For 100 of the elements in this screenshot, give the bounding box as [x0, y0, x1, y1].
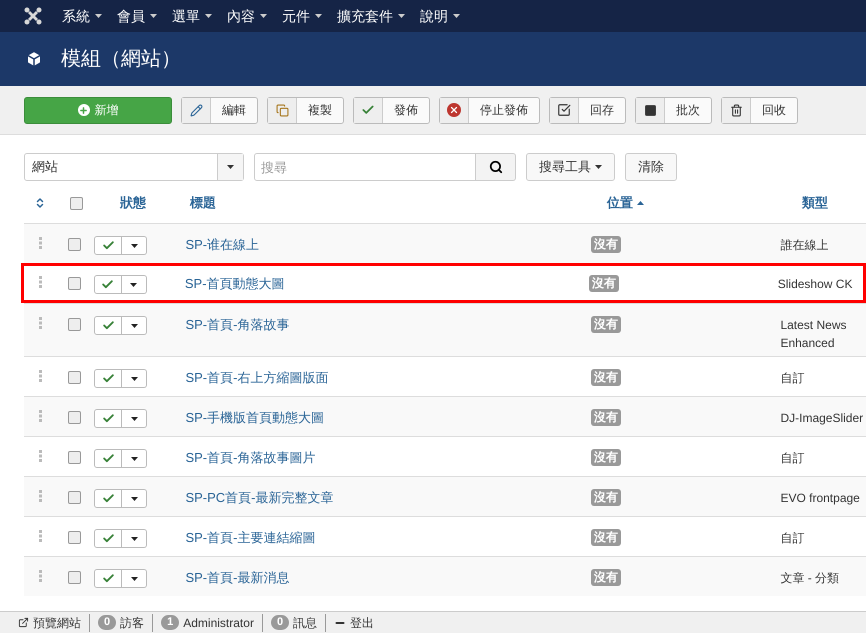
caret-icon	[130, 536, 138, 540]
status-link[interactable]: 登出	[350, 614, 374, 632]
row-checkbox[interactable]	[68, 491, 82, 504]
status-link[interactable]: 預覽網站	[33, 614, 81, 632]
column-header[interactable]: 標題	[190, 193, 607, 213]
publish-toggle[interactable]	[94, 489, 122, 508]
count-badge: 0	[98, 615, 116, 630]
position-label: 沒有	[590, 529, 621, 546]
module-title-link[interactable]: SP-谁在線上	[185, 236, 591, 254]
position-label: 沒有	[590, 409, 621, 426]
row-checkbox[interactable]	[68, 531, 82, 544]
search-tools-button[interactable]: 搜尋工具	[526, 153, 615, 181]
caret-icon	[130, 496, 138, 500]
publish-toggle[interactable]	[94, 316, 122, 335]
select-all-checkbox[interactable]	[70, 196, 82, 210]
toolbar-button[interactable]: 停止發佈	[439, 96, 540, 124]
module-title-link[interactable]: SP-首頁-角落故事	[185, 316, 591, 334]
dropdown-toggle[interactable]	[122, 569, 148, 588]
menu-item[interactable]: 說明	[420, 6, 460, 26]
menu-item[interactable]: 擴充套件	[337, 6, 405, 26]
module-title-link[interactable]: SP-首頁-最新消息	[185, 569, 591, 587]
table-row[interactable]: SP-手機版首頁動態大圖 沒有 DJ-ImageSlider	[24, 396, 866, 436]
column-header[interactable]: 狀態	[96, 193, 190, 213]
table-row[interactable]: SP-PC首頁-最新完整文章 沒有 EVO frontpage	[24, 476, 866, 516]
check-icon	[102, 319, 115, 332]
search-field[interactable]: 搜尋	[254, 153, 476, 181]
row-checkbox[interactable]	[68, 318, 82, 331]
publish-toggle[interactable]	[94, 369, 122, 388]
publish-toggle[interactable]	[94, 449, 122, 468]
module-type: 誰在線上	[780, 237, 830, 254]
dropdown-toggle[interactable]	[122, 529, 148, 548]
dropdown-toggle[interactable]	[122, 316, 148, 335]
publish-toggle[interactable]	[94, 409, 122, 428]
toolbar-button[interactable]: 編輯	[181, 96, 258, 124]
caret-icon	[130, 324, 138, 328]
page-title: 模組（網站）	[61, 47, 181, 72]
position-label: 沒有	[588, 275, 619, 292]
caret-icon	[130, 282, 138, 286]
client-select[interactable]: 網站	[24, 153, 244, 181]
external-link-icon	[18, 617, 29, 628]
toolbar-button[interactable]: 回存	[549, 96, 626, 124]
menu-item[interactable]: 元件	[282, 6, 322, 26]
search-icon	[488, 160, 502, 174]
dropdown-toggle[interactable]	[122, 236, 148, 255]
dropdown-toggle[interactable]	[122, 489, 148, 508]
dropdown-toggle[interactable]	[122, 409, 148, 428]
caret-icon	[260, 14, 267, 18]
module-title-link[interactable]: SP-PC首頁-最新完整文章	[185, 489, 591, 507]
row-checkbox[interactable]	[68, 238, 82, 251]
module-title-link[interactable]: SP-首頁-角落故事圖片	[185, 449, 591, 467]
table-row[interactable]: SP-首頁-角落故事 沒有 Latest News Enhanced	[24, 303, 866, 356]
publish-toggle[interactable]	[94, 569, 122, 588]
check-icon	[361, 103, 375, 117]
close-icon	[447, 103, 461, 117]
publish-toggle[interactable]	[94, 236, 122, 255]
module-title-link[interactable]: SP-首頁動態大圖	[184, 275, 589, 293]
table-row[interactable]: SP-首頁動態大圖 沒有 Slideshow CK	[21, 263, 866, 303]
table-row[interactable]: SP-首頁-最新消息 沒有 文章 - 分類	[24, 556, 866, 596]
module-type: Latest News Enhanced	[780, 317, 848, 352]
menu-item[interactable]: 內容	[227, 6, 267, 26]
module-title-link[interactable]: SP-首頁-主要連結縮圖	[185, 529, 591, 547]
row-checkbox[interactable]	[68, 571, 82, 584]
publish-toggle[interactable]	[94, 529, 122, 548]
toolbar-button[interactable]: 發佈	[353, 96, 430, 124]
position-label: 沒有	[590, 569, 621, 586]
module-title-link[interactable]: SP-手機版首頁動態大圖	[185, 409, 591, 427]
row-checkbox[interactable]	[68, 451, 82, 464]
search-button[interactable]	[476, 153, 516, 181]
dropdown-toggle[interactable]	[122, 275, 147, 294]
toolbar-button[interactable]: 回收	[721, 96, 798, 124]
clear-button[interactable]: 清除	[625, 153, 677, 181]
row-checkbox[interactable]	[68, 411, 82, 424]
menu-item[interactable]: 會員	[117, 6, 157, 26]
column-header[interactable]: 類型	[802, 193, 828, 213]
copy-icon	[276, 104, 288, 116]
edit-icon	[190, 104, 202, 116]
caret-icon	[315, 14, 322, 18]
module-title-link[interactable]: SP-首頁-右上方縮圖版面	[185, 369, 591, 387]
row-checkbox[interactable]	[68, 277, 81, 290]
row-checkbox[interactable]	[68, 371, 82, 384]
menu-item[interactable]: 選單	[172, 6, 212, 26]
cube-icon	[25, 50, 43, 68]
status-link[interactable]: Administrator	[183, 614, 254, 632]
caret-icon	[95, 14, 102, 18]
check-icon	[101, 278, 114, 291]
toolbar-button[interactable]: 批次	[635, 96, 712, 124]
status-link[interactable]: 訪客	[120, 614, 144, 632]
check-icon	[102, 239, 115, 252]
table-row[interactable]: SP-谁在線上 沒有 誰在線上	[24, 223, 866, 263]
column-header[interactable]: 位置	[607, 193, 633, 213]
toolbar-button[interactable]: 複製	[267, 96, 344, 124]
caret-icon	[150, 14, 157, 18]
menu-item[interactable]: 系統	[62, 6, 102, 26]
status-link[interactable]: 訊息	[293, 614, 318, 632]
publish-toggle[interactable]	[94, 275, 122, 294]
check-icon	[102, 532, 115, 545]
caret-icon	[130, 376, 138, 380]
module-type: 自訂	[780, 530, 806, 547]
dropdown-toggle[interactable]	[122, 449, 148, 468]
dropdown-toggle[interactable]	[122, 369, 148, 388]
